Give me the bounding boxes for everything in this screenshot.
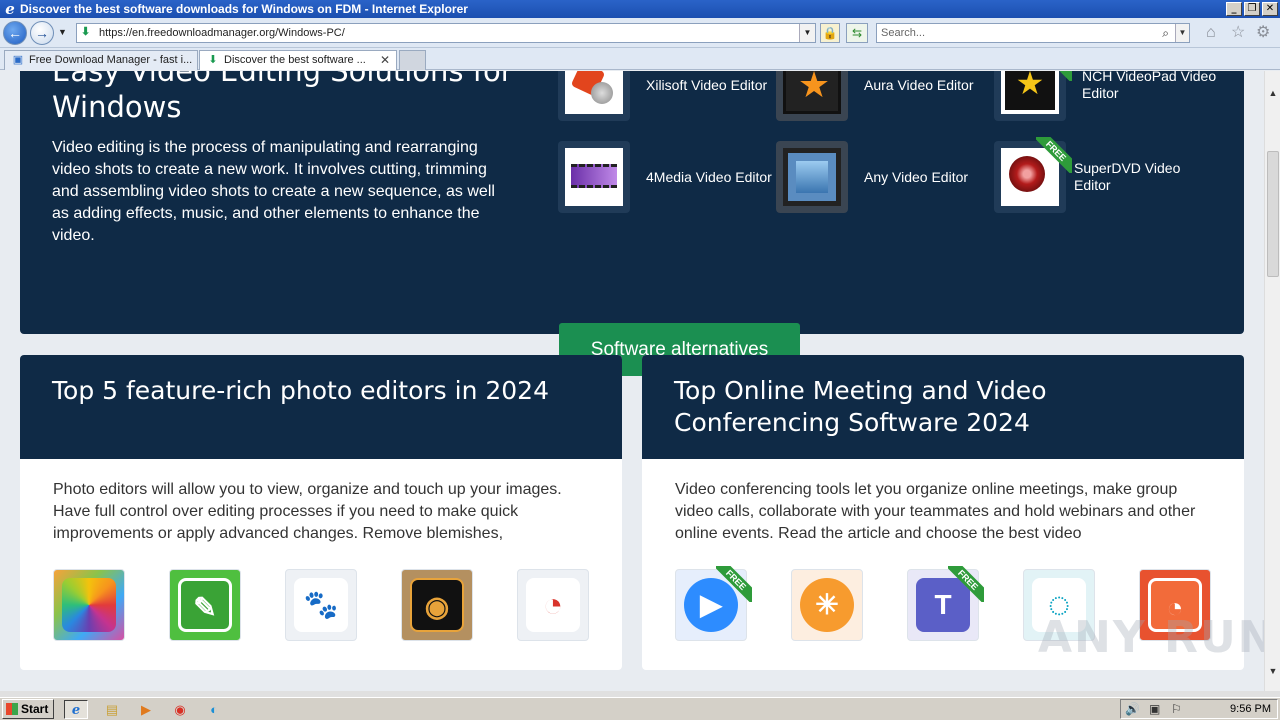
- tab-free-download-manager[interactable]: ▣ Free Download Manager - fast i...: [4, 50, 198, 70]
- forward-button[interactable]: →: [30, 21, 54, 45]
- app-icon-box: [558, 141, 630, 213]
- app-icon-box: ★ FREE: [994, 71, 1072, 121]
- app-icon-box: [558, 71, 630, 121]
- edge-icon[interactable]: ◐: [202, 700, 226, 719]
- app-nch-videopad[interactable]: ★ FREE NCH VideoPad Video Editor: [994, 71, 1216, 121]
- aura-icon: ★: [783, 71, 841, 114]
- app-name: NCH VideoPad Video Editor: [1082, 71, 1217, 101]
- app-superdvd-video-editor[interactable]: FREE SuperDVD Video Editor: [994, 137, 1204, 213]
- photo-editors-card[interactable]: Top 5 feature-rich photo editors in 2024…: [20, 355, 622, 670]
- 4media-icon: [565, 148, 623, 206]
- app-name: 4Media Video Editor: [646, 168, 772, 185]
- back-button[interactable]: ←: [3, 21, 27, 45]
- app-icon-box: ★: [776, 71, 848, 121]
- ie-taskbar-icon[interactable]: e: [64, 700, 88, 719]
- video-editing-section: Easy Video Editing Solutions for Windows…: [20, 71, 1244, 376]
- windows-flag-icon: [6, 703, 18, 715]
- history-dropdown-icon[interactable]: ▼: [58, 27, 67, 37]
- site-favicon-icon: ⬇: [81, 26, 91, 38]
- card-title[interactable]: Top Online Meeting and Video Conferencin…: [674, 375, 1214, 439]
- taskbar: Start e ▤ ▶ ◉ ◐ 🔊 ▣ ⚐ 9:56 PM: [0, 697, 1280, 720]
- explorer-folder-icon[interactable]: ▤: [100, 700, 124, 719]
- camera-raw-icon[interactable]: ◉: [401, 569, 473, 641]
- zoom-icon[interactable]: ▶ FREE: [675, 566, 752, 641]
- window-titlebar: e Discover the best software downloads f…: [0, 0, 1280, 18]
- lock-icon[interactable]: 🔒: [820, 23, 840, 43]
- minimize-button[interactable]: _: [1226, 2, 1242, 16]
- free-badge: FREE: [948, 566, 984, 602]
- free-badge: FREE: [716, 566, 752, 602]
- page-viewport: Easy Video Editing Solutions for Windows…: [0, 71, 1264, 691]
- search-icon[interactable]: ⌕: [1162, 24, 1169, 42]
- card-body: Photo editors will allow you to view, or…: [53, 481, 562, 542]
- free-badge: FREE: [1036, 71, 1072, 81]
- card-title[interactable]: Top 5 feature-rich photo editors in 2024: [52, 375, 592, 407]
- start-button[interactable]: Start: [2, 699, 54, 719]
- meeting-app-orange-icon[interactable]: ✳: [791, 569, 863, 641]
- app-xilisoft-video-editor[interactable]: Xilisoft Video Editor: [558, 71, 768, 121]
- section-description: Video editing is the process of manipula…: [52, 139, 495, 244]
- scroll-down-icon[interactable]: ▼: [1265, 663, 1280, 679]
- app-name: Aura Video Editor: [864, 76, 974, 93]
- photo-editor-pencil-icon[interactable]: ✎: [169, 569, 241, 641]
- start-label: Start: [21, 702, 49, 716]
- any-video-editor-icon: [783, 148, 841, 206]
- address-dropdown-icon[interactable]: ▼: [799, 24, 815, 42]
- photoscape-icon[interactable]: ◔: [517, 569, 589, 641]
- chrome-icon[interactable]: ◉: [168, 700, 192, 719]
- favorites-star-icon[interactable]: ☆: [1231, 25, 1245, 41]
- ie-icon: e: [5, 0, 15, 18]
- app-icon-box: FREE: [994, 137, 1072, 213]
- card-body: Video conferencing tools let you organiz…: [675, 481, 1196, 542]
- xilisoft-icon: [565, 71, 623, 114]
- teams-icon[interactable]: T FREE: [907, 566, 984, 641]
- refresh-icon[interactable]: ⇆: [846, 23, 868, 43]
- tab-discover-software[interactable]: ⬇ Discover the best software ... ✕: [199, 50, 397, 70]
- tab-page-icon: ▣: [12, 54, 24, 66]
- system-tray: 🔊 ▣ ⚐ 9:56 PM: [1120, 699, 1278, 719]
- app-4media-video-editor[interactable]: 4Media Video Editor: [558, 141, 772, 213]
- tab-close-icon[interactable]: ✕: [380, 51, 390, 69]
- app-name: Xilisoft Video Editor: [646, 76, 768, 93]
- flag-icon[interactable]: ⚐: [1171, 700, 1182, 718]
- app-name: Any Video Editor: [864, 168, 969, 185]
- close-button[interactable]: ✕: [1262, 2, 1278, 16]
- tab-bar: ▣ Free Download Manager - fast i... ⬇ Di…: [0, 48, 1280, 70]
- app-name: SuperDVD Video Editor: [1074, 160, 1181, 193]
- tab-label: Free Download Manager - fast i...: [29, 54, 193, 66]
- volume-icon[interactable]: 🔊: [1125, 700, 1140, 718]
- network-icon[interactable]: ▣: [1149, 700, 1160, 718]
- tab-fdm-icon: ⬇: [208, 54, 218, 66]
- gimp-icon[interactable]: 🐾: [285, 569, 357, 641]
- vertical-scrollbar[interactable]: ▲ ▼: [1264, 71, 1280, 691]
- anyrun-watermark: ANY RUN: [1038, 612, 1277, 663]
- search-placeholder: Search...: [881, 27, 926, 39]
- clock: 9:56 PM: [1230, 703, 1271, 715]
- section-title: Easy Video Editing Solutions for Windows: [52, 71, 513, 124]
- app-any-video-editor[interactable]: Any Video Editor: [776, 141, 986, 213]
- search-dropdown-icon[interactable]: ▼: [1175, 24, 1189, 42]
- window-controls: _ ❐ ✕: [1226, 2, 1278, 16]
- address-bar[interactable]: ⬇ https://en.freedownloadmanager.org/Win…: [76, 23, 816, 43]
- maximize-button[interactable]: ❐: [1244, 2, 1260, 16]
- free-badge: FREE: [1036, 137, 1072, 173]
- navigation-bar: ← → ▼ ⬇ https://en.freedownloadmanager.o…: [0, 18, 1280, 48]
- scroll-thumb[interactable]: [1267, 151, 1279, 277]
- card-header: Top 5 feature-rich photo editors in 2024: [20, 355, 622, 459]
- app-icon-box: [776, 141, 848, 213]
- address-text: https://en.freedownloadmanager.org/Windo…: [99, 27, 345, 39]
- gear-icon[interactable]: ⚙: [1256, 25, 1270, 41]
- media-player-icon[interactable]: ▶: [134, 700, 158, 719]
- card-header: Top Online Meeting and Video Conferencin…: [642, 355, 1244, 459]
- photo-editor-colorwheel-icon[interactable]: [53, 569, 125, 641]
- scroll-up-icon[interactable]: ▲: [1265, 85, 1280, 101]
- search-input[interactable]: Search... ⌕ ▼: [876, 23, 1190, 43]
- tab-label: Discover the best software ...: [224, 54, 366, 66]
- window-title: Discover the best software downloads for…: [20, 2, 468, 16]
- new-tab-button[interactable]: [399, 50, 426, 70]
- home-icon[interactable]: ⌂: [1206, 25, 1216, 41]
- app-aura-video-editor[interactable]: ★ Aura Video Editor: [776, 71, 986, 121]
